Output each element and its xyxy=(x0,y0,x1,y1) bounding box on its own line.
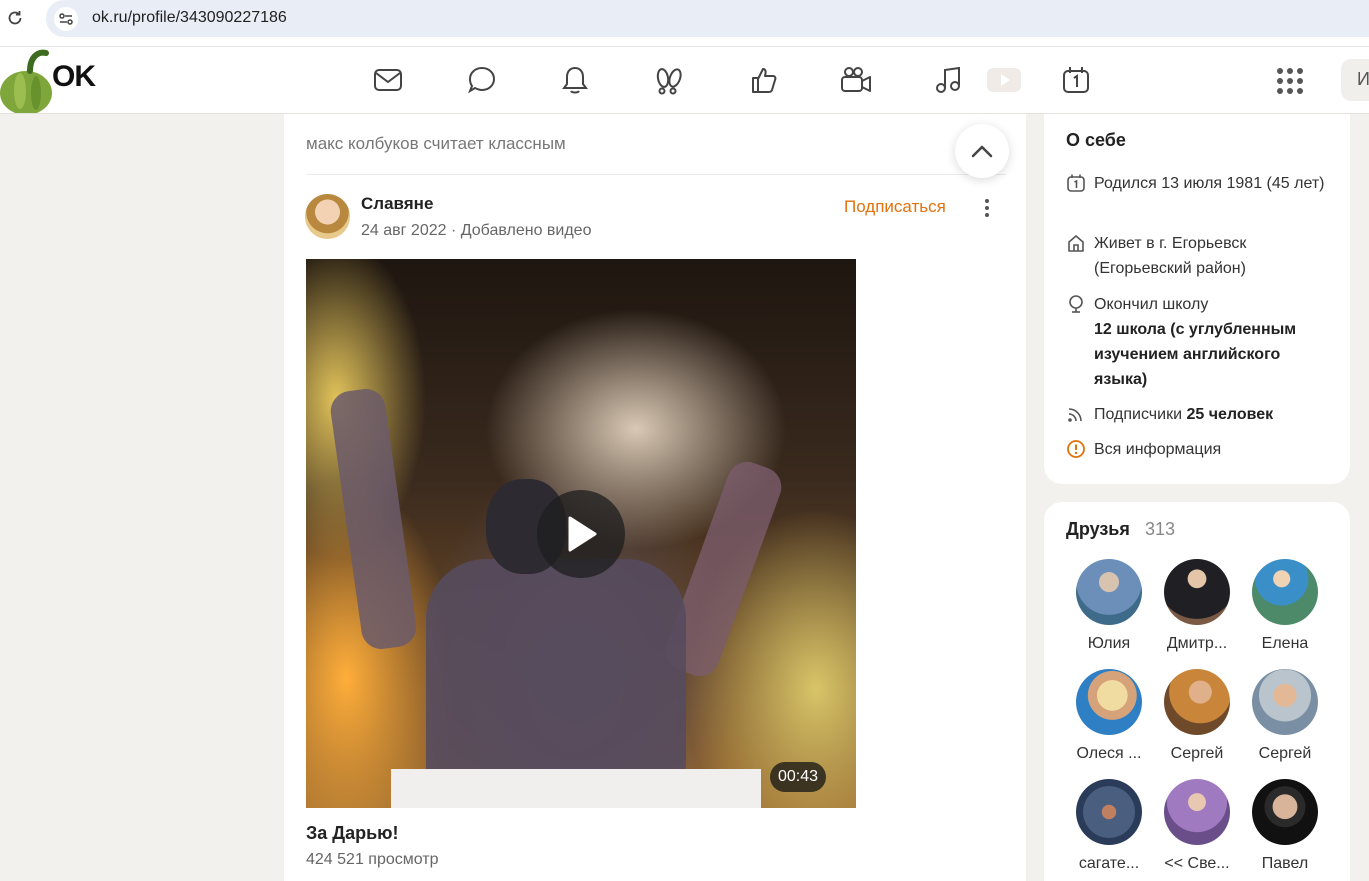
friend-name[interactable]: сагате... xyxy=(1067,855,1151,873)
friend-name[interactable]: Олеся ... xyxy=(1067,745,1151,763)
friend-avatar[interactable] xyxy=(1252,669,1318,735)
music-icon[interactable] xyxy=(931,62,967,98)
post-meta: 24 авг 2022 · Добавлено видео xyxy=(361,222,591,240)
about-subscribers-row: Подписчики 25 человек xyxy=(1066,402,1336,427)
post-date[interactable]: 24 авг 2022 xyxy=(361,222,447,239)
friend-avatar[interactable] xyxy=(1076,779,1142,845)
friend-item[interactable]: Олеся ... xyxy=(1067,669,1151,763)
friend-name[interactable]: Юлия xyxy=(1067,635,1151,653)
guests-icon[interactable] xyxy=(651,62,687,98)
subscribers-value: 25 человек xyxy=(1186,406,1274,423)
meta-separator: · xyxy=(450,222,461,239)
site-header: OK И xyxy=(0,47,1369,115)
about-school: Окончил школу 12 школа (с углубленным из… xyxy=(1094,292,1336,392)
scroll-up-button[interactable] xyxy=(955,124,1009,178)
all-info-link[interactable]: Вся информация xyxy=(1094,437,1221,462)
about-born-row: Родился 13 июля 1981 (45 лет) xyxy=(1066,171,1336,196)
about-title: О себе xyxy=(1066,130,1126,150)
subscribe-button[interactable]: Подписаться xyxy=(844,197,946,217)
subscribers-label: Подписчики xyxy=(1094,406,1183,423)
friend-avatar[interactable] xyxy=(1076,559,1142,625)
address-bar[interactable]: ok.ru/profile/343090227186 xyxy=(46,0,1369,37)
play-button[interactable] xyxy=(537,490,625,578)
school-prefix: Окончил школу xyxy=(1094,296,1209,313)
friends-title[interactable]: Друзья xyxy=(1066,519,1130,540)
friend-item[interactable]: Юлия xyxy=(1067,559,1151,653)
feed-card: макс колбуков считает классным Славяне 2… xyxy=(284,114,1026,881)
friend-avatar[interactable] xyxy=(1252,779,1318,845)
post-action: Добавлено видео xyxy=(460,222,592,239)
liked-by-text[interactable]: макс колбуков считает классным xyxy=(306,134,566,154)
play-icon xyxy=(568,516,597,552)
friend-avatar[interactable] xyxy=(1164,559,1230,625)
about-lives[interactable]: Живет в г. Егорьевск (Егорьевский район) xyxy=(1094,231,1336,281)
site-info-icon[interactable] xyxy=(54,7,78,31)
friend-item[interactable]: Дмитр... xyxy=(1155,559,1239,653)
about-born: Родился 13 июля 1981 (45 лет) xyxy=(1094,175,1325,192)
about-subscribers[interactable]: Подписчики 25 человек xyxy=(1094,402,1273,427)
video-camera-icon[interactable] xyxy=(838,62,874,98)
more-options-icon[interactable] xyxy=(977,196,997,220)
friend-item[interactable]: Павел xyxy=(1243,779,1327,873)
friend-item[interactable]: Сергей xyxy=(1155,669,1239,763)
video-frame-shape xyxy=(391,769,761,808)
friend-item[interactable]: Сергей xyxy=(1243,669,1327,763)
school-name[interactable]: 12 школа (с углубленным изучением англий… xyxy=(1094,321,1296,388)
video-frame-shape xyxy=(328,386,419,652)
friends-count[interactable]: 313 xyxy=(1145,519,1175,540)
like-icon[interactable] xyxy=(745,62,781,98)
calendar-icon[interactable] xyxy=(1058,62,1094,98)
friend-name[interactable]: Дмитр... xyxy=(1155,635,1239,653)
friend-avatar[interactable] xyxy=(1164,779,1230,845)
info-icon xyxy=(1067,440,1085,458)
rss-icon xyxy=(1068,408,1082,422)
post-author-name[interactable]: Славяне xyxy=(361,194,433,214)
divider xyxy=(306,174,1006,175)
about-school-row: Окончил школу 12 школа (с углубленным из… xyxy=(1066,292,1336,392)
friend-name[interactable]: << Све... xyxy=(1155,855,1239,873)
reload-icon[interactable] xyxy=(4,7,26,29)
video-play-icon[interactable] xyxy=(986,62,1022,98)
friend-avatar[interactable] xyxy=(1076,669,1142,735)
about-all-info-row[interactable]: Вся информация xyxy=(1066,437,1336,462)
zucchini-logo-icon xyxy=(0,49,52,115)
about-lives-row: Живет в г. Егорьевск (Егорьевский район) xyxy=(1066,231,1336,281)
friend-item[interactable]: Елена xyxy=(1243,559,1327,653)
about-card: О себе Родился 13 июля 1981 (45 лет) Жив… xyxy=(1044,114,1350,484)
mail-icon[interactable] xyxy=(370,62,406,98)
friend-item[interactable]: сагате... xyxy=(1067,779,1151,873)
friend-item[interactable]: << Све... xyxy=(1155,779,1239,873)
video-title[interactable]: За Дарью! xyxy=(306,823,399,844)
friend-avatar[interactable] xyxy=(1252,559,1318,625)
ok-logo[interactable]: OK xyxy=(0,47,110,115)
friend-name[interactable]: Павел xyxy=(1243,855,1327,873)
friend-avatar[interactable] xyxy=(1164,669,1230,735)
friends-card: Друзья 313 Юлия Дмитр... Елена Олеся ...… xyxy=(1044,502,1350,881)
friend-name[interactable]: Сергей xyxy=(1243,745,1327,763)
home-icon xyxy=(1068,235,1084,252)
friend-name[interactable]: Елена xyxy=(1243,635,1327,653)
friend-name[interactable]: Сергей xyxy=(1155,745,1239,763)
globe-icon xyxy=(1069,295,1083,313)
search-input[interactable]: И xyxy=(1341,59,1369,101)
chat-icon[interactable] xyxy=(464,62,500,98)
post-author-avatar[interactable] xyxy=(305,194,350,239)
video-player[interactable]: 00:43 xyxy=(306,259,856,808)
bell-icon[interactable] xyxy=(557,62,593,98)
apps-grid-icon[interactable] xyxy=(1276,67,1304,95)
video-duration: 00:43 xyxy=(770,762,827,792)
logo-text: OK xyxy=(52,60,96,93)
chevron-up-icon xyxy=(971,145,993,158)
url-text[interactable]: ok.ru/profile/343090227186 xyxy=(92,9,287,27)
video-views: 424 521 просмотр xyxy=(306,851,439,868)
browser-toolbar: ok.ru/profile/343090227186 xyxy=(0,0,1369,47)
calendar-icon xyxy=(1067,174,1085,192)
